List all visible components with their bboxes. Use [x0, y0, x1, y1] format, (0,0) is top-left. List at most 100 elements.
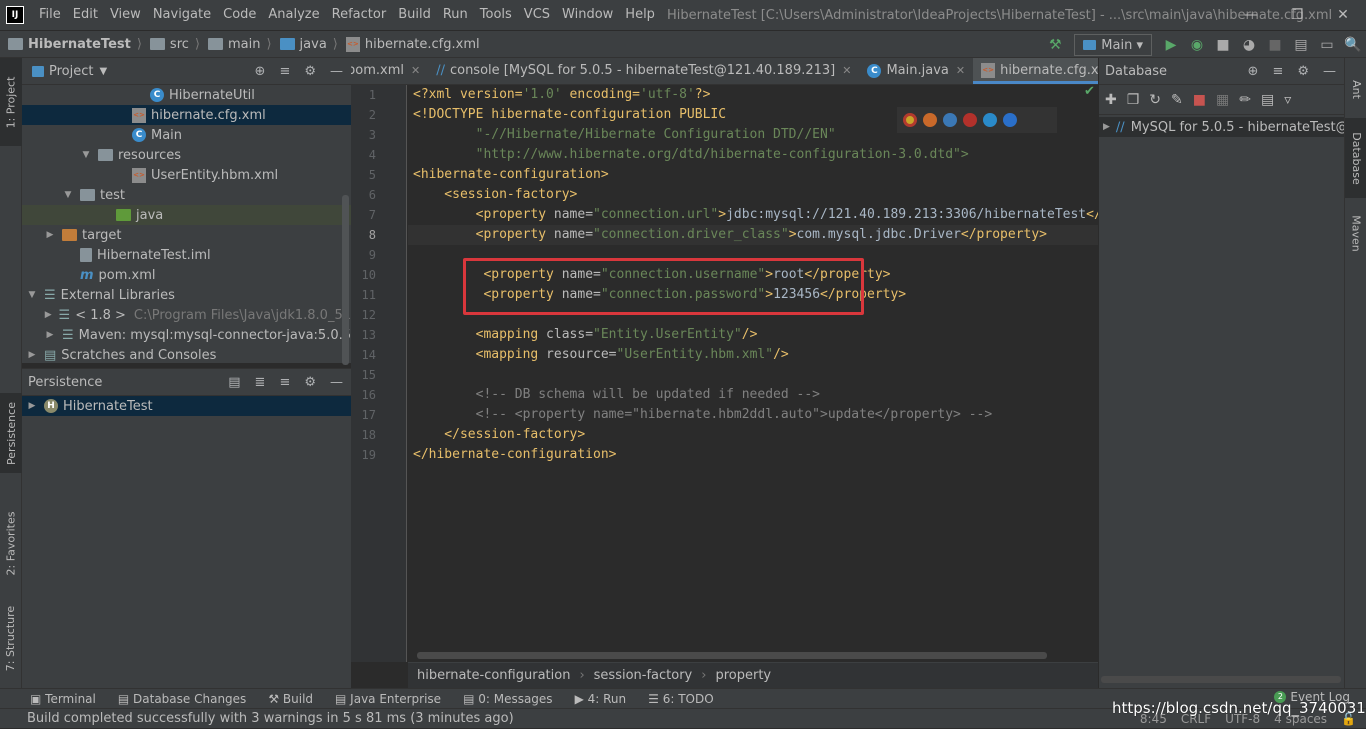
menu-vcs[interactable]: VCS	[518, 0, 556, 30]
edit-properties-icon[interactable]: ✎	[1171, 92, 1183, 108]
status-message[interactable]: Build completed successfully with 3 warn…	[27, 711, 514, 726]
tree-item[interactable]: ▶ ☰ Maven: mysql:mysql-connector-java:5.0.…	[22, 325, 351, 345]
menu-view[interactable]: View	[104, 0, 147, 30]
expand-arrow-icon[interactable]: ▼	[26, 290, 38, 300]
tree-item[interactable]: m pom.xml	[22, 265, 351, 285]
locate-icon[interactable]: ⊕	[255, 64, 266, 79]
expand-arrow-icon[interactable]: ▶	[44, 330, 56, 340]
expand-arrow-icon[interactable]: ▼	[80, 150, 92, 160]
tree-item[interactable]: ▶ ☰ < 1.8 > C:\Program Files\Java\jdk1.8.0_…	[22, 305, 351, 325]
database-changes-button[interactable]: ▤ Database Changes	[118, 692, 246, 706]
todo-button[interactable]: ☰ 6: TODO	[648, 692, 714, 706]
console-icon[interactable]: ▤	[1261, 92, 1274, 108]
breadcrumb-main[interactable]: main ⟩	[200, 37, 272, 52]
project-panel-title[interactable]: Project	[49, 64, 93, 79]
messages-button[interactable]: ▤ 0: Messages	[463, 692, 553, 706]
tree-item[interactable]: ▼ test	[22, 185, 351, 205]
firefox-icon[interactable]	[923, 113, 937, 127]
tree-item[interactable]: ▶ ▤ Scratches and Consoles	[22, 345, 351, 365]
tree-item[interactable]: <> hibernate.cfg.xml	[22, 105, 351, 125]
menu-help[interactable]: Help	[619, 0, 661, 30]
close-tab-icon[interactable]: ✕	[411, 64, 420, 77]
expand-arrow-icon[interactable]: ▼	[62, 190, 74, 200]
tree-item[interactable]: ▼ ☰ External Libraries	[22, 285, 351, 305]
tab-persistence[interactable]: Persistence	[0, 393, 22, 473]
sdk-icon[interactable]: ▭	[1314, 32, 1340, 58]
edge-icon[interactable]	[1003, 113, 1017, 127]
menu-window[interactable]: Window	[556, 0, 619, 30]
debug-icon[interactable]: ◉	[1184, 32, 1210, 58]
close-tab-icon[interactable]: ✕	[842, 64, 851, 77]
expand-arrow-icon[interactable]: ▶	[44, 230, 56, 240]
tree-item[interactable]: <> UserEntity.hbm.xml	[22, 165, 351, 185]
tab-database[interactable]: Database	[1345, 118, 1366, 198]
breadcrumb-java[interactable]: java ⟩	[272, 37, 338, 52]
stop-icon[interactable]: ■	[1193, 92, 1206, 108]
ie-icon[interactable]	[983, 113, 997, 127]
code-editor[interactable]: <?xml version='1.0' encoding='utf-8'?> <…	[408, 85, 1098, 662]
build-button[interactable]: ⚒ Build	[268, 692, 313, 706]
profile-icon[interactable]: ◕	[1236, 32, 1262, 58]
copy-icon[interactable]: ❐	[1127, 92, 1140, 108]
menu-file[interactable]: File	[33, 0, 67, 30]
hide-icon[interactable]: —	[1323, 64, 1336, 79]
database-connection-item[interactable]: ▶ ∕∕ MySQL for 5.0.5 - hibernateTest@1	[1099, 117, 1344, 137]
editor-horizontal-scrollbar[interactable]	[417, 652, 1047, 659]
menu-tools[interactable]: Tools	[474, 0, 518, 30]
add-icon[interactable]: ✚	[1105, 92, 1117, 108]
gear-icon[interactable]: ⚙	[304, 64, 316, 79]
stop-icon[interactable]: ■	[1262, 32, 1288, 58]
tree-scrollbar[interactable]	[342, 195, 349, 365]
collapse-icon[interactable]: ≡	[279, 64, 290, 79]
tab-main-java[interactable]: C Main.java ✕	[859, 58, 973, 84]
crumb-session-factory[interactable]: session-factory	[594, 668, 693, 683]
gear-icon[interactable]: ⚙	[304, 375, 316, 390]
tab-favorites[interactable]: 2: Favorites	[0, 498, 22, 588]
ql-icon[interactable]: ▤	[228, 375, 240, 390]
java-enterprise-button[interactable]: ▤ Java Enterprise	[335, 692, 441, 706]
tree-item[interactable]: ▶ target	[22, 225, 351, 245]
close-tab-icon[interactable]: ✕	[956, 64, 965, 77]
menu-navigate[interactable]: Navigate	[147, 0, 217, 30]
expand-arrow-icon[interactable]: ▶	[44, 310, 53, 320]
tab-project[interactable]: 1: Project	[0, 58, 22, 146]
coverage-icon[interactable]: ■	[1210, 32, 1236, 58]
tree-item[interactable]: HibernateTest.iml	[22, 245, 351, 265]
database-scrollbar[interactable]	[1101, 676, 1341, 683]
close-button[interactable]: ✕	[1320, 0, 1366, 30]
terminal-button[interactable]: ▣ Terminal	[30, 692, 96, 706]
edit-icon[interactable]: ✏	[1239, 92, 1251, 108]
crumb-hibernate-configuration[interactable]: hibernate-configuration	[417, 668, 570, 683]
search-everywhere-icon[interactable]: 🔍	[1340, 32, 1366, 58]
collapse-icon[interactable]: ≡	[1272, 64, 1283, 79]
menu-analyze[interactable]: Analyze	[262, 0, 325, 30]
tree-item[interactable]: java	[22, 205, 351, 225]
tree-item[interactable]: C Main	[22, 125, 351, 145]
collapse-icon[interactable]: ≡	[279, 375, 290, 390]
breadcrumb-project[interactable]: HibernateTest ⟩	[0, 37, 142, 52]
hide-icon[interactable]: —	[330, 375, 343, 390]
run-config-select[interactable]: Main ▾	[1074, 34, 1152, 56]
build-hammer-icon[interactable]: ⚒	[1042, 32, 1068, 58]
minimize-button[interactable]: —	[1228, 0, 1274, 30]
menu-build[interactable]: Build	[392, 0, 437, 30]
tree-item[interactable]: C HibernateUtil	[22, 85, 351, 105]
restore-button[interactable]: ❐	[1274, 0, 1320, 30]
tree-item[interactable]: ▼ resources	[22, 145, 351, 165]
refresh-icon[interactable]: ↻	[1149, 92, 1161, 108]
filter-icon[interactable]: ▿	[1284, 92, 1291, 108]
persistence-item[interactable]: ▶ H HibernateTest	[22, 396, 351, 416]
safari-icon[interactable]	[943, 113, 957, 127]
inspection-ok-icon[interactable]: ✔	[1084, 84, 1095, 99]
menu-code[interactable]: Code	[217, 0, 262, 30]
tab-structure[interactable]: 7: Structure	[0, 593, 22, 683]
locate-icon[interactable]: ⊕	[1248, 64, 1259, 79]
breadcrumb-src[interactable]: src ⟩	[142, 37, 200, 52]
table-icon[interactable]: ▦	[1216, 92, 1229, 108]
menu-refactor[interactable]: Refactor	[326, 0, 393, 30]
chrome-icon[interactable]	[903, 113, 917, 127]
run-button[interactable]: ▶ 4: Run	[575, 692, 627, 706]
expand-icon[interactable]: ≣	[255, 375, 266, 390]
menu-edit[interactable]: Edit	[67, 0, 104, 30]
crumb-property[interactable]: property	[715, 668, 771, 683]
